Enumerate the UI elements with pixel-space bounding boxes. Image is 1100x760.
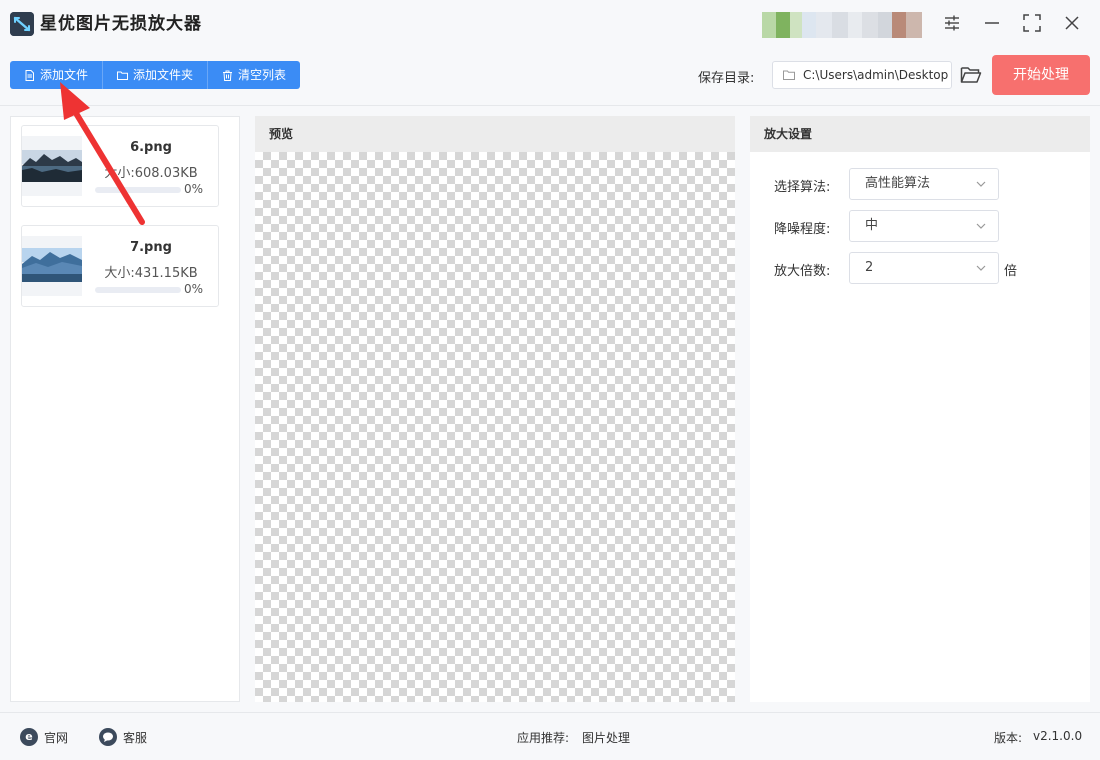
toolbar: 添加文件 添加文件夹 清空列表 保存目录: C:\Users\admin\Des…	[0, 48, 1100, 106]
chat-icon	[99, 728, 117, 746]
algorithm-value: 高性能算法	[865, 176, 931, 191]
preview-panel: 预览	[255, 116, 735, 702]
save-dir-label: 保存目录:	[698, 71, 755, 86]
file-progress-bar	[95, 187, 181, 193]
chevron-down-icon	[976, 265, 986, 271]
file-progress-text: 0%	[184, 282, 204, 296]
file-progress-bar	[95, 287, 181, 293]
algorithm-select[interactable]: 高性能算法	[849, 168, 999, 200]
recommend-link[interactable]: 图片处理	[582, 729, 630, 746]
add-file-label: 添加文件	[40, 68, 89, 82]
file-size: 大小:431.15KB	[104, 266, 198, 281]
folder-small-icon	[783, 70, 795, 80]
add-folder-button[interactable]: 添加文件夹	[103, 61, 209, 89]
chevron-down-icon	[976, 223, 986, 229]
user-avatar[interactable]	[762, 12, 922, 38]
close-icon[interactable]	[1059, 10, 1085, 36]
app-logo-icon	[10, 12, 34, 36]
chevron-down-icon	[976, 181, 986, 187]
clear-list-label: 清空列表	[238, 68, 287, 82]
file-icon	[25, 69, 34, 81]
minimize-icon[interactable]	[979, 10, 1005, 36]
file-thumbnail	[22, 236, 82, 296]
settings-panel: 放大设置 选择算法: 高性能算法 降噪程度: 中 放大倍数: 2 倍	[750, 116, 1090, 702]
save-dir-value: C:\Users\admin\Desktop	[803, 68, 949, 82]
file-list-panel: 6.png 大小:608.03KB 0% 7.png 大小:431.15KB 0…	[10, 116, 240, 702]
version-value: v2.1.0.0	[1033, 729, 1083, 743]
file-actions-group: 添加文件 添加文件夹 清空列表	[10, 61, 301, 89]
scale-label: 放大倍数:	[774, 264, 831, 279]
algorithm-label: 选择算法:	[774, 180, 831, 195]
recommend-label: 应用推荐:	[517, 731, 570, 745]
add-folder-label: 添加文件夹	[133, 68, 194, 82]
file-progress-text: 0%	[184, 182, 204, 196]
clear-list-button[interactable]: 清空列表	[208, 61, 301, 89]
settings-header: 放大设置	[750, 116, 1090, 152]
file-item[interactable]: 6.png 大小:608.03KB 0%	[21, 125, 219, 207]
file-thumbnail	[22, 136, 82, 196]
denoise-row: 降噪程度: 中	[750, 210, 1090, 242]
support-label: 客服	[123, 730, 148, 745]
preview-canvas	[255, 152, 735, 702]
file-name: 6.png	[130, 140, 172, 155]
algorithm-row: 选择算法: 高性能算法	[750, 168, 1090, 200]
title-bar: 星优图片无损放大器	[0, 0, 1100, 48]
browse-folder-icon[interactable]	[960, 65, 982, 85]
trash-icon	[223, 70, 233, 81]
maximize-icon[interactable]	[1019, 10, 1045, 36]
denoise-value: 中	[865, 218, 879, 233]
scale-row: 放大倍数: 2 倍	[750, 252, 1090, 284]
browser-icon: e	[20, 728, 38, 746]
support-link[interactable]: 客服	[99, 727, 147, 747]
app-title: 星优图片无损放大器	[40, 14, 202, 34]
website-label: 官网	[44, 730, 69, 745]
scale-select[interactable]: 2	[849, 252, 999, 284]
folder-icon	[117, 71, 129, 80]
add-file-button[interactable]: 添加文件	[10, 61, 104, 89]
preview-header: 预览	[255, 116, 735, 152]
scale-unit: 倍	[1004, 264, 1018, 279]
file-name: 7.png	[130, 240, 172, 255]
denoise-select[interactable]: 中	[849, 210, 999, 242]
scale-value: 2	[865, 260, 874, 275]
file-item[interactable]: 7.png 大小:431.15KB 0%	[21, 225, 219, 307]
file-size: 大小:608.03KB	[104, 166, 198, 181]
sliders-icon[interactable]	[939, 10, 965, 36]
start-process-button[interactable]: 开始处理	[992, 55, 1090, 95]
save-dir-field[interactable]: C:\Users\admin\Desktop	[772, 61, 952, 89]
denoise-label: 降噪程度:	[774, 222, 831, 237]
version-label: 版本:	[994, 731, 1023, 745]
status-bar: e 官网 客服 应用推荐: 图片处理 版本: v2.1.0.0	[0, 712, 1100, 760]
website-link[interactable]: e 官网	[20, 727, 68, 747]
